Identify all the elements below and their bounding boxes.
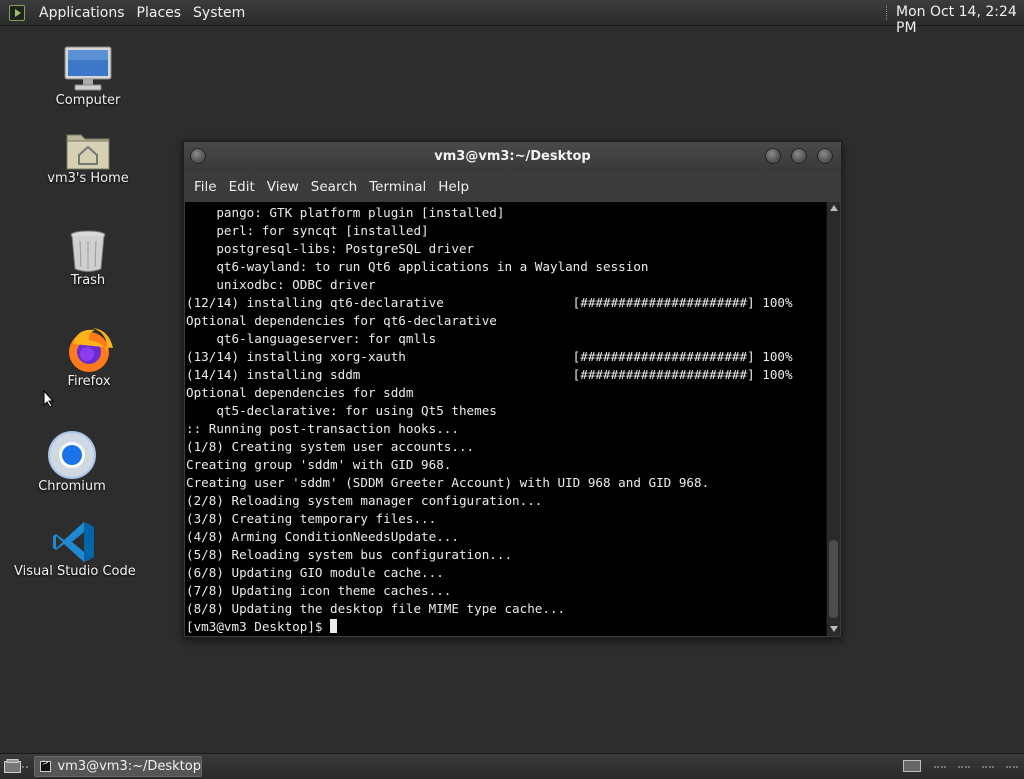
terminal-text: pango: GTK platform plugin [installed] p… [185,202,826,636]
terminal-window[interactable]: vm3@vm3:~/Desktop File Edit View Search … [183,141,842,638]
terminal-line: (7/8) Updating icon theme caches... [186,583,452,598]
close-button[interactable] [817,148,833,164]
terminal-line: (3/8) Creating temporary files... [186,511,437,526]
menu-terminal[interactable]: Terminal [359,179,426,195]
taskbar-button-terminal[interactable]: vm3@vm3:~/Desktop [34,756,202,777]
distro-logo-icon[interactable] [9,4,25,21]
workspace-switcher[interactable] [903,760,921,772]
desktop-icon-label: Trash [70,273,106,288]
terminal-line: (14/14) installing sddm [###############… [186,367,793,382]
desktop-icon-label: Firefox [67,374,111,389]
window-titlebar[interactable]: vm3@vm3:~/Desktop [184,142,841,172]
scroll-up-arrow-icon[interactable] [830,205,838,211]
mouse-cursor-icon [43,390,55,408]
terminal-line: Creating group 'sddm' with GID 968. [186,457,452,472]
terminal-line: (1/8) Creating system user accounts... [186,439,475,454]
terminal-line: perl: for syncqt [installed] [186,223,429,238]
panel-handle [934,766,946,770]
top-panel: Applications Places System Mon Oct 14, 2… [0,0,1024,36]
menu-search[interactable]: Search [301,179,357,195]
system-menu[interactable]: System [187,5,251,21]
menu-edit[interactable]: Edit [219,179,255,195]
terminal-line: pango: GTK platform plugin [installed] [186,205,505,220]
desktop-icon-vscode[interactable]: Visual Studio Code [14,520,136,579]
panel-separator [886,5,889,20]
desktop-icon-home[interactable]: vm3's Home [46,129,130,186]
bottom-panel: vm3@vm3:~/Desktop [0,753,1024,779]
show-desktop-icon[interactable] [4,759,21,773]
minimize-button[interactable] [765,148,781,164]
terminal-line: [vm3@vm3 Desktop]$ [186,619,331,634]
taskbar-button-label: vm3@vm3:~/Desktop [57,759,201,774]
terminal-line: postgresql-libs: PostgreSQL driver [186,241,475,256]
terminal-menubar: File Edit View Search Terminal Help [184,172,841,202]
panel-handle [1006,766,1018,770]
terminal-cursor [330,619,338,633]
places-menu[interactable]: Places [131,5,188,21]
terminal-line: unixodbc: ODBC driver [186,277,376,292]
clock[interactable]: Mon Oct 14, 2:24 PM [896,4,1024,36]
terminal-line: (13/14) installing xorg-xauth [#########… [186,349,793,364]
trash-icon [70,230,106,272]
desktop-icon-trash[interactable]: Trash [48,229,128,288]
terminal-line: :: Running post-transaction hooks... [186,421,459,436]
terminal-line: Optional dependencies for sddm [186,385,414,400]
terminal-line: (8/8) Updating the desktop file MIME typ… [186,601,566,616]
menu-file[interactable]: File [184,179,217,195]
desktop-icon-label: Visual Studio Code [14,564,136,579]
terminal-line: qt6-wayland: to run Qt6 applications in … [186,259,649,274]
desktop-icon-label: Computer [55,93,121,108]
terminal-scrollbar[interactable] [826,202,840,636]
chromium-icon [48,431,96,479]
desktop-icon-chromium[interactable]: Chromium [32,431,112,494]
desktop-icon-label: Chromium [38,479,106,494]
computer-icon [64,46,112,91]
scroll-thumb[interactable] [829,540,838,618]
terminal-line: (4/8) Arming ConditionNeedsUpdate... [186,529,459,544]
terminal-output[interactable]: pango: GTK platform plugin [installed] p… [185,202,826,636]
window-title: vm3@vm3:~/Desktop [434,149,591,164]
maximize-button[interactable] [791,148,807,164]
panel-handle [22,766,28,770]
vscode-icon [53,522,94,562]
desktop-icon-computer[interactable]: Computer [48,45,128,108]
terminal-icon [40,758,52,772]
home-folder-icon [66,134,110,170]
desktop-icon-firefox[interactable]: Firefox [49,326,129,389]
terminal-line: (12/14) installing qt6-declarative [####… [186,295,793,310]
terminal-line: Optional dependencies for qt6-declarativ… [186,313,497,328]
menu-view[interactable]: View [257,179,299,195]
firefox-icon [69,328,113,372]
terminal-line: qt6-languageserver: for qmlls [186,331,437,346]
terminal-line: (5/8) Reloading system bus configuration… [186,547,513,562]
scroll-down-arrow-icon[interactable] [830,626,838,632]
panel-handle [958,766,970,770]
terminal-line: (6/8) Updating GIO module cache... [186,565,444,580]
applications-menu[interactable]: Applications [33,5,131,21]
terminal-line: qt5-declarative: for using Qt5 themes [186,403,497,418]
panel-handle [982,766,994,770]
terminal-line: (2/8) Reloading system manager configura… [186,493,543,508]
desktop-icon-label: vm3's Home [47,171,129,186]
menu-help[interactable]: Help [428,179,469,195]
terminal-line: Creating user 'sddm' (SDDM Greeter Accou… [186,475,710,490]
